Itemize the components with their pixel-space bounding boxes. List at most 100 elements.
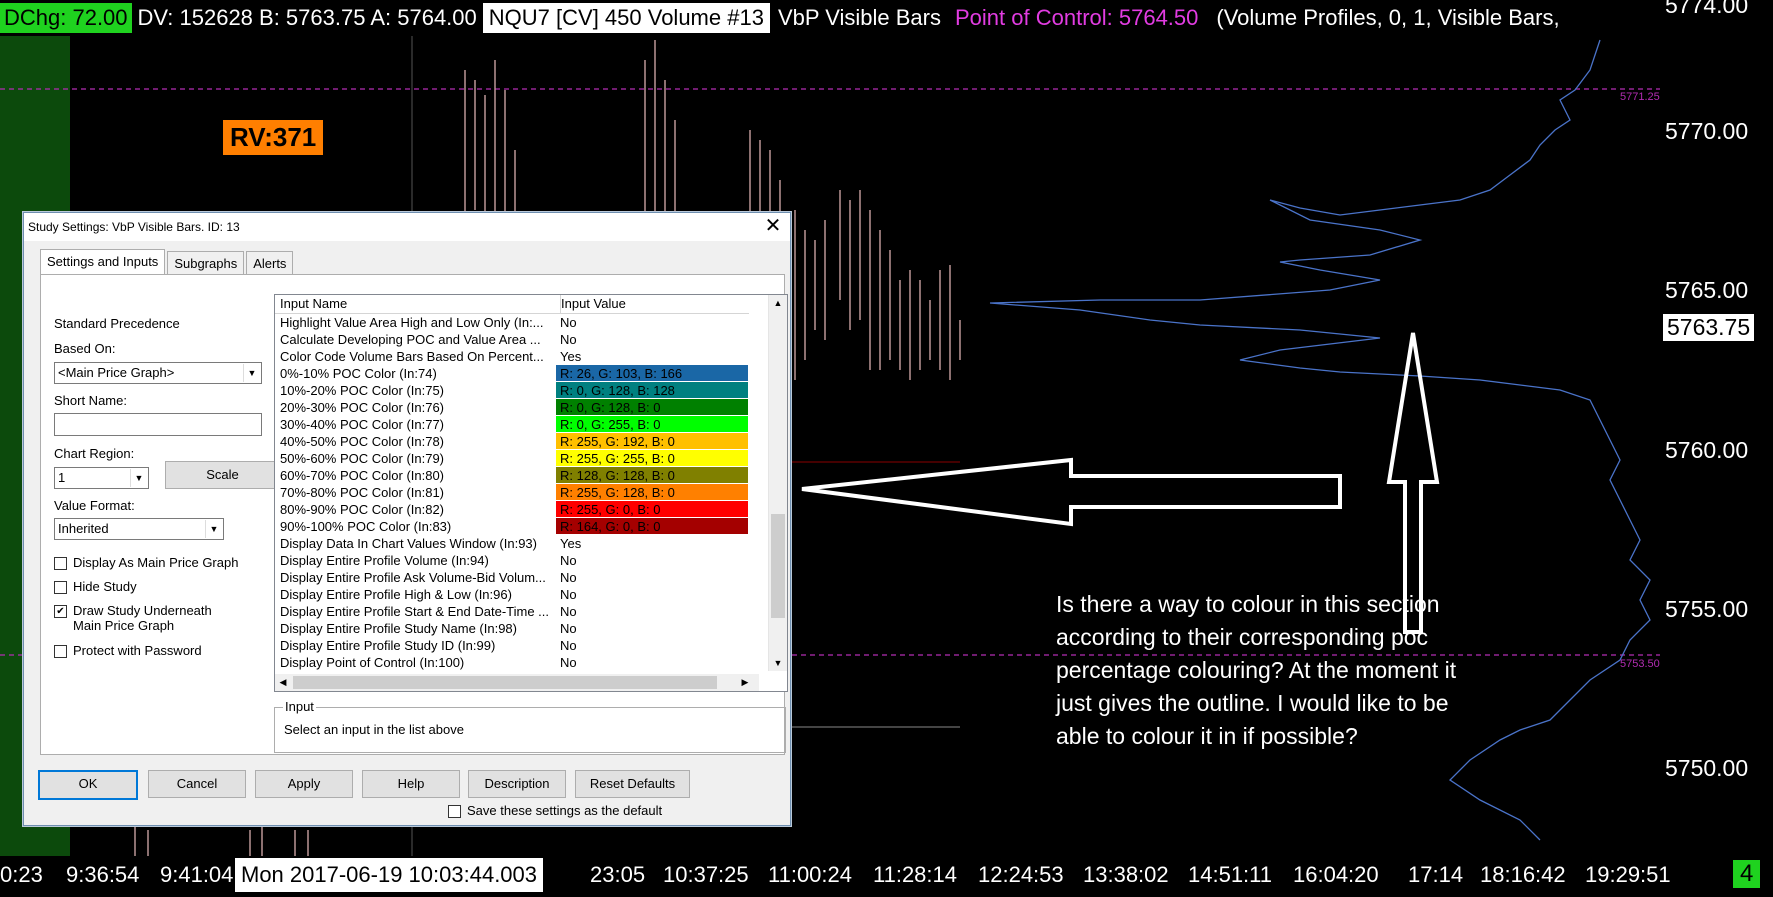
grid-header: Input Name Input Value — [275, 295, 749, 314]
inputs-grid[interactable]: Input Name Input Value Highlight Value A… — [274, 294, 788, 692]
input-value-cell: No — [560, 655, 577, 670]
color-swatch-cell: R: 255, G: 192, B: 0 — [556, 433, 748, 449]
display-as-main-price-graph-checkbox[interactable]: Display As Main Price Graph — [54, 555, 238, 570]
grid-row[interactable]: 60%-70% POC Color (In:80) R: 128, G: 128,… — [275, 467, 749, 484]
chart-region-select[interactable]: 1 ▼ — [54, 467, 149, 489]
grid-row[interactable]: Color Code Volume Bars Based On Percent.… — [275, 348, 749, 365]
time-label: 10:37:25 — [663, 862, 749, 887]
tab-subgraphs[interactable]: Subgraphs — [167, 251, 245, 275]
grid-row[interactable]: Display Entire Profile High & Low (In:96… — [275, 586, 749, 603]
grid-row[interactable]: Display Entire Profile Study ID (In:99) N… — [275, 637, 749, 654]
grid-row[interactable]: 10%-20% POC Color (In:75) R: 0, G: 128, B… — [275, 382, 749, 399]
poc-value: Point of Control: 5764.50 — [955, 5, 1199, 30]
checkbox-box[interactable] — [54, 557, 67, 570]
cancel-button[interactable]: Cancel — [148, 770, 246, 798]
close-icon[interactable]: ✕ — [762, 215, 784, 237]
grid-row[interactable]: Calculate Developing POC and Value Area … — [275, 331, 749, 348]
scale-button[interactable]: Scale — [165, 461, 280, 489]
scroll-up-icon[interactable]: ▲ — [769, 295, 787, 311]
corner-number: 4 — [1733, 860, 1761, 888]
color-swatch-cell: R: 255, G: 0, B: 0 — [556, 501, 748, 517]
grid-row[interactable]: Display Point of Control (In:100) No — [275, 654, 749, 671]
checkbox-box[interactable] — [54, 581, 67, 594]
scroll-down-icon[interactable]: ▼ — [769, 655, 787, 671]
col-input-name[interactable]: Input Name — [275, 295, 561, 313]
input-value-cell: No — [560, 587, 577, 602]
color-swatch-cell: R: 164, G: 0, B: 0 — [556, 518, 748, 534]
grid-row[interactable]: Display Entire Profile Volume (In:94) No — [275, 552, 749, 569]
input-value-cell: No — [560, 553, 577, 568]
input-name-cell: Display Entire Profile Volume (In:94) — [280, 553, 489, 568]
based-on-select[interactable]: <Main Price Graph> ▼ — [54, 362, 262, 384]
dialog-title-bar[interactable]: Study Settings: VbP Visible Bars. ID: 13… — [24, 213, 790, 241]
input-name-cell: 10%-20% POC Color (In:75) — [280, 383, 445, 398]
grid-row[interactable]: 40%-50% POC Color (In:78) R: 255, G: 192,… — [275, 433, 749, 450]
reset-defaults-button[interactable]: Reset Defaults — [575, 770, 690, 798]
grid-row[interactable]: 90%-100% POC Color (In:83) R: 164, G: 0, … — [275, 518, 749, 535]
input-description-group: Input Select an input in the list above — [274, 699, 786, 753]
chart-region-value: 1 — [58, 470, 66, 485]
checkbox-label: Save these settings as the default — [467, 803, 663, 818]
price-label: 5755.00 — [1665, 596, 1749, 622]
ok-button[interactable]: OK — [38, 770, 138, 800]
chevron-down-icon: ▼ — [130, 469, 147, 487]
grid-row[interactable]: Display Entire Profile Start & End Date-… — [275, 603, 749, 620]
time-label: 13:38:02 — [1083, 862, 1169, 887]
scroll-thumb[interactable] — [771, 514, 785, 618]
time-label: 0:23 — [0, 862, 43, 887]
apply-button[interactable]: Apply — [255, 770, 353, 798]
checkbox-label: Hide Study — [73, 579, 137, 594]
volume-profile-params: (Volume Profiles, 0, 1, Visible Bars, — [1216, 5, 1560, 30]
grid-row[interactable]: 70%-80% POC Color (In:81) R: 255, G: 128,… — [275, 484, 749, 501]
chevron-down-icon: ▼ — [205, 520, 222, 538]
description-button[interactable]: Description — [468, 770, 566, 798]
time-label: 12:24:53 — [978, 862, 1064, 887]
protect-password-checkbox[interactable]: Protect with Password — [54, 643, 202, 658]
horizontal-scrollbar[interactable]: ◀ ▶ — [275, 674, 759, 691]
grid-row[interactable]: Display Entire Profile Study Name (In:98… — [275, 620, 749, 637]
checkbox-box[interactable] — [54, 645, 67, 658]
draw-underneath-checkbox[interactable]: ✔ Draw Study Underneath Main Price Graph — [54, 603, 234, 633]
checkbox-box[interactable] — [448, 805, 461, 818]
time-label: 23:05 — [590, 862, 646, 887]
grid-row[interactable]: Display Data In Chart Values Window (In:… — [275, 535, 749, 552]
marker-5771: 5771.25 — [1620, 91, 1660, 103]
input-value-cell: No — [560, 604, 577, 619]
input-name-cell: Calculate Developing POC and Value Area … — [280, 332, 541, 347]
input-name-cell: Display Entire Profile Study Name (In:98… — [280, 621, 517, 636]
time-label: 11:28:14 — [873, 862, 958, 887]
grid-row[interactable]: 50%-60% POC Color (In:79) R: 255, G: 255,… — [275, 450, 749, 467]
grid-rows: Highlight Value Area High and Low Only (… — [275, 314, 749, 671]
input-value-cell: Yes — [560, 349, 582, 364]
input-name-cell: Display Entire Profile Start & End Date-… — [280, 604, 550, 619]
input-name-cell: 20%-30% POC Color (In:76) — [280, 400, 445, 415]
help-button[interactable]: Help — [362, 770, 460, 798]
symbol-label: NQU7 [CV] 450 Volume #13 — [482, 3, 770, 33]
grid-row[interactable]: 20%-30% POC Color (In:76) R: 0, G: 128, B… — [275, 399, 749, 416]
grid-row[interactable]: Display Entire Profile Ask Volume-Bid Vo… — [275, 569, 749, 586]
value-format-value: Inherited — [58, 521, 109, 536]
check-icon[interactable]: ✔ — [54, 605, 67, 618]
grid-row[interactable]: Highlight Value Area High and Low Only (… — [275, 314, 749, 331]
scroll-thumb[interactable] — [293, 676, 717, 689]
study-settings-dialog: Study Settings: VbP Visible Bars. ID: 13… — [23, 212, 791, 826]
scroll-right-icon[interactable]: ▶ — [737, 674, 753, 691]
grid-row[interactable]: 0%-10% POC Color (In:74) R: 26, G: 103, B… — [275, 365, 749, 382]
hide-study-checkbox[interactable]: Hide Study — [54, 579, 137, 594]
value-format-label: Value Format: — [54, 498, 135, 513]
input-name-cell: 40%-50% POC Color (In:78) — [280, 434, 445, 449]
input-name-cell: Highlight Value Area High and Low Only (… — [280, 315, 544, 330]
value-format-select[interactable]: Inherited ▼ — [54, 518, 224, 540]
tab-alerts[interactable]: Alerts — [246, 251, 294, 275]
short-name-input[interactable] — [54, 413, 262, 436]
vertical-scrollbar[interactable]: ▲ ▼ — [768, 295, 787, 671]
grid-row[interactable]: 30%-40% POC Color (In:77) R: 0, G: 255, B… — [275, 416, 749, 433]
marker-5753: 5753.50 — [1620, 658, 1660, 670]
col-input-value[interactable]: Input Value — [556, 295, 751, 313]
input-name-cell: 70%-80% POC Color (In:81) — [280, 485, 445, 500]
save-default-checkbox[interactable]: Save these settings as the default — [448, 803, 662, 818]
grid-row[interactable]: 80%-90% POC Color (In:82) R: 255, G: 0, B… — [275, 501, 749, 518]
chart-info-bar: DChg: 72.00 DV: 152628 B: 5763.75 A: 576… — [0, 0, 1560, 36]
scroll-left-icon[interactable]: ◀ — [275, 674, 291, 691]
checkbox-label: Display As Main Price Graph — [73, 555, 239, 570]
